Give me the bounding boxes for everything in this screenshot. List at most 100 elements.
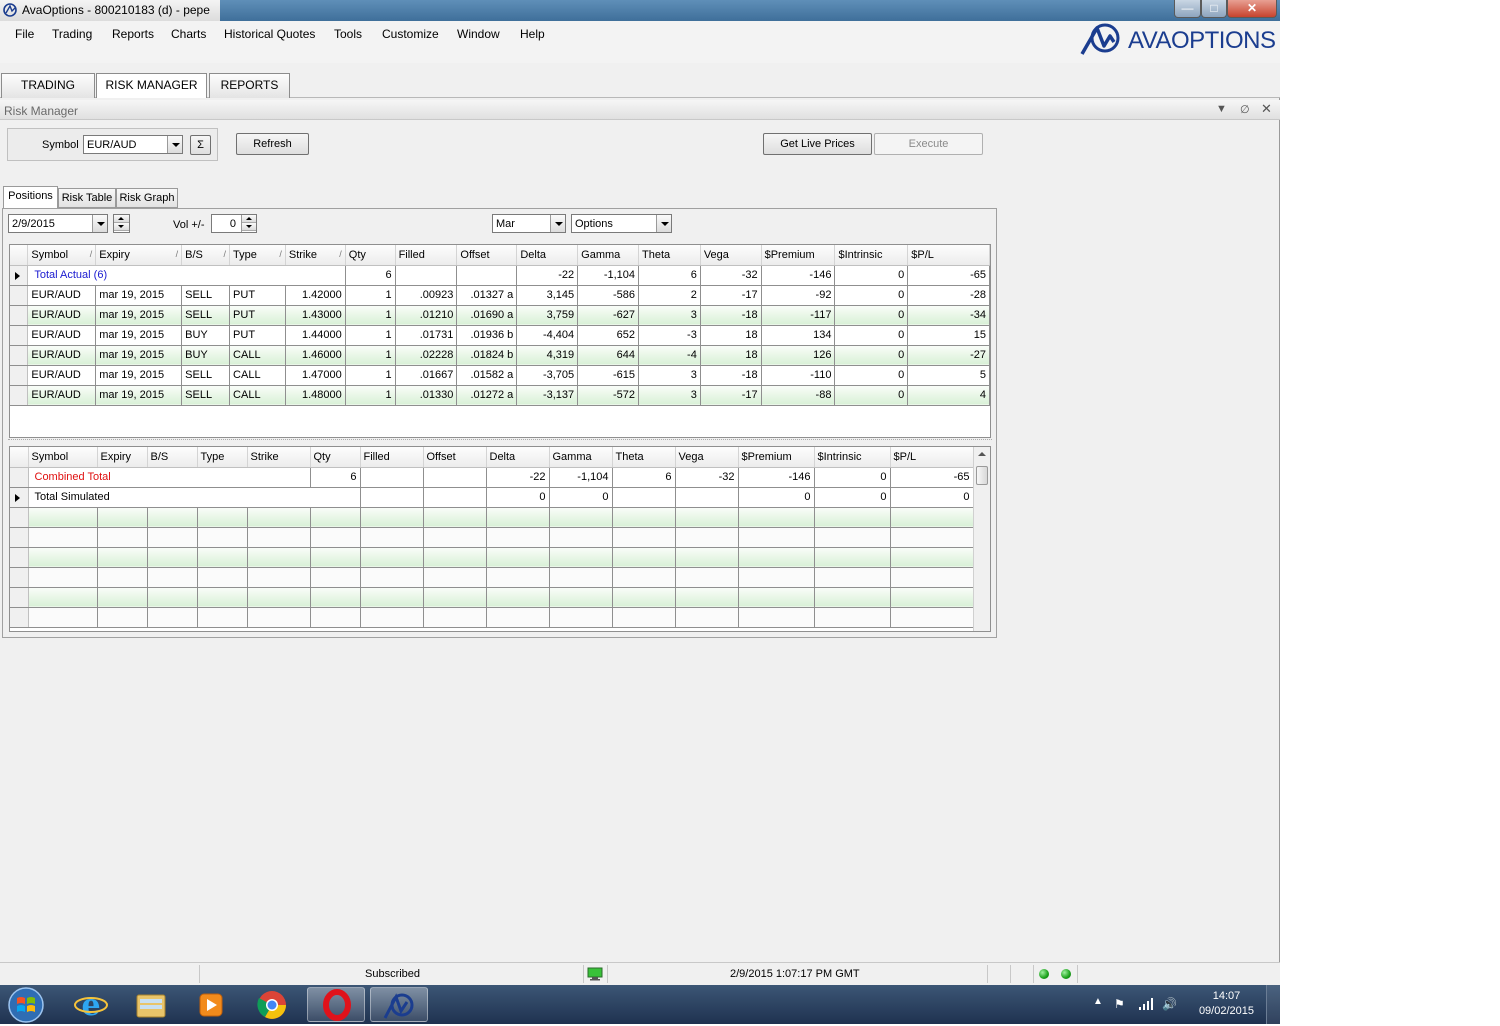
tab-positions[interactable]: Positions — [3, 186, 58, 209]
empty-cell[interactable] — [28, 547, 98, 568]
menu-customize[interactable]: Customize — [382, 27, 439, 41]
chevron-down-icon[interactable] — [656, 215, 671, 232]
spin-down-icon[interactable] — [242, 223, 256, 231]
empty-row[interactable] — [10, 587, 974, 608]
table-row[interactable]: EUR/AUD mar 19, 2015 SELL PUT 1.42000 1.00923… — [10, 285, 990, 306]
tab-trading[interactable]: TRADING — [1, 73, 95, 98]
empty-cell[interactable] — [197, 527, 248, 548]
empty-cell[interactable] — [612, 607, 676, 628]
table-row[interactable]: EUR/AUD mar 19, 2015 SELL CALL 1.47000 1.0166… — [10, 365, 990, 386]
empty-cell[interactable] — [814, 567, 891, 588]
menu-charts[interactable]: Charts — [171, 27, 206, 41]
empty-cell[interactable] — [197, 507, 248, 528]
empty-cell[interactable] — [247, 547, 311, 568]
empty-cell[interactable] — [738, 567, 815, 588]
instrument-type-combo[interactable]: Options — [571, 214, 672, 233]
column-header[interactable]: Vega — [700, 245, 762, 266]
spin-down-icon[interactable] — [114, 223, 129, 231]
empty-cell[interactable] — [360, 567, 424, 588]
empty-cell[interactable] — [147, 507, 198, 528]
empty-cell[interactable] — [549, 607, 613, 628]
column-header[interactable]: $P/L — [890, 447, 974, 468]
empty-cell[interactable] — [549, 547, 613, 568]
empty-cell[interactable] — [612, 567, 676, 588]
action-center-flag-icon[interactable]: ⚑ — [1114, 997, 1125, 1011]
empty-cell[interactable] — [247, 587, 311, 608]
empty-cell[interactable] — [310, 547, 361, 568]
column-header[interactable]: Strike — [247, 447, 311, 468]
execute-button[interactable]: Execute — [874, 133, 983, 155]
total-simulated-row[interactable]: Total Simulated 0 0 0 0 0 — [10, 487, 974, 508]
row-selector[interactable] — [10, 345, 29, 366]
taskbar-file-explorer[interactable] — [122, 987, 180, 1022]
empty-cell[interactable] — [360, 547, 424, 568]
empty-cell[interactable] — [675, 507, 739, 528]
table-row[interactable]: EUR/AUD mar 19, 2015 BUY PUT 1.44000 1.01731.… — [10, 325, 990, 346]
tab-risk-graph[interactable]: Risk Graph — [116, 188, 178, 208]
empty-cell[interactable] — [675, 567, 739, 588]
column-header[interactable]: $Premium — [761, 245, 836, 266]
network-signal-icon[interactable] — [1138, 997, 1154, 1011]
tray-expand-icon[interactable]: ▲ — [1093, 996, 1103, 1007]
date-spinner[interactable] — [113, 214, 130, 233]
row-selector[interactable] — [10, 265, 29, 286]
empty-cell[interactable] — [197, 607, 248, 628]
panel-dropdown-icon[interactable]: ▼ — [1216, 103, 1227, 115]
scroll-up-icon[interactable] — [978, 452, 986, 456]
taskbar-opera[interactable] — [307, 987, 365, 1022]
tab-risk-table[interactable]: Risk Table — [58, 188, 116, 208]
column-header[interactable]: Expiry — [97, 447, 148, 468]
refresh-button[interactable]: Refresh — [236, 133, 309, 155]
empty-row[interactable] — [10, 567, 974, 588]
empty-cell[interactable] — [310, 587, 361, 608]
empty-cell[interactable] — [197, 587, 248, 608]
column-header[interactable]: $Premium — [738, 447, 815, 468]
taskbar-internet-explorer[interactable]: e — [62, 987, 120, 1023]
chevron-down-icon[interactable] — [550, 215, 565, 232]
minimize-button[interactable]: — — [1174, 0, 1201, 18]
column-header[interactable]: Gamma — [549, 447, 613, 468]
table-row[interactable]: EUR/AUD mar 19, 2015 BUY CALL 1.46000 1.02228… — [10, 345, 990, 366]
column-header[interactable]: Expiry / — [95, 245, 183, 266]
empty-cell[interactable] — [486, 587, 550, 608]
empty-row[interactable] — [10, 507, 974, 528]
empty-cell[interactable] — [890, 547, 974, 568]
empty-cell[interactable] — [738, 527, 815, 548]
empty-cell[interactable] — [97, 547, 148, 568]
row-selector[interactable] — [10, 285, 29, 306]
column-header[interactable]: Symbol — [28, 447, 98, 468]
row-selector[interactable] — [10, 527, 29, 548]
row-selector[interactable] — [10, 467, 29, 488]
empty-row[interactable] — [10, 607, 974, 628]
column-header[interactable]: B/S / — [181, 245, 231, 266]
column-header[interactable]: Delta — [516, 245, 579, 266]
empty-cell[interactable] — [890, 527, 974, 548]
combined-total-row[interactable]: Combined Total 6 -22 -1,104 6 -32 -146 0… — [10, 467, 974, 488]
column-header[interactable]: $Intrinsic — [814, 447, 891, 468]
month-combo[interactable]: Mar — [492, 214, 566, 233]
vol-stepper[interactable]: 0 — [211, 214, 257, 233]
empty-cell[interactable] — [486, 527, 550, 548]
spin-up-icon[interactable] — [242, 215, 256, 223]
empty-cell[interactable] — [147, 567, 198, 588]
tab-risk-manager[interactable]: RISK MANAGER — [96, 73, 207, 98]
menu-historical-quotes[interactable]: Historical Quotes — [224, 27, 315, 41]
empty-cell[interactable] — [814, 587, 891, 608]
column-header[interactable]: Filled — [395, 245, 458, 266]
empty-cell[interactable] — [890, 567, 974, 588]
row-selector[interactable] — [10, 547, 29, 568]
empty-cell[interactable] — [360, 587, 424, 608]
empty-cell[interactable] — [738, 507, 815, 528]
empty-cell[interactable] — [423, 527, 487, 548]
empty-cell[interactable] — [360, 607, 424, 628]
empty-cell[interactable] — [890, 607, 974, 628]
menu-window[interactable]: Window — [457, 27, 500, 41]
empty-cell[interactable] — [197, 547, 248, 568]
panel-close-icon[interactable]: ✕ — [1261, 101, 1272, 117]
empty-cell[interactable] — [890, 587, 974, 608]
get-live-prices-button[interactable]: Get Live Prices — [763, 133, 872, 155]
row-selector[interactable] — [10, 607, 29, 628]
empty-cell[interactable] — [360, 507, 424, 528]
menu-tools[interactable]: Tools — [334, 27, 362, 41]
expand-arrow-icon[interactable] — [15, 271, 20, 280]
